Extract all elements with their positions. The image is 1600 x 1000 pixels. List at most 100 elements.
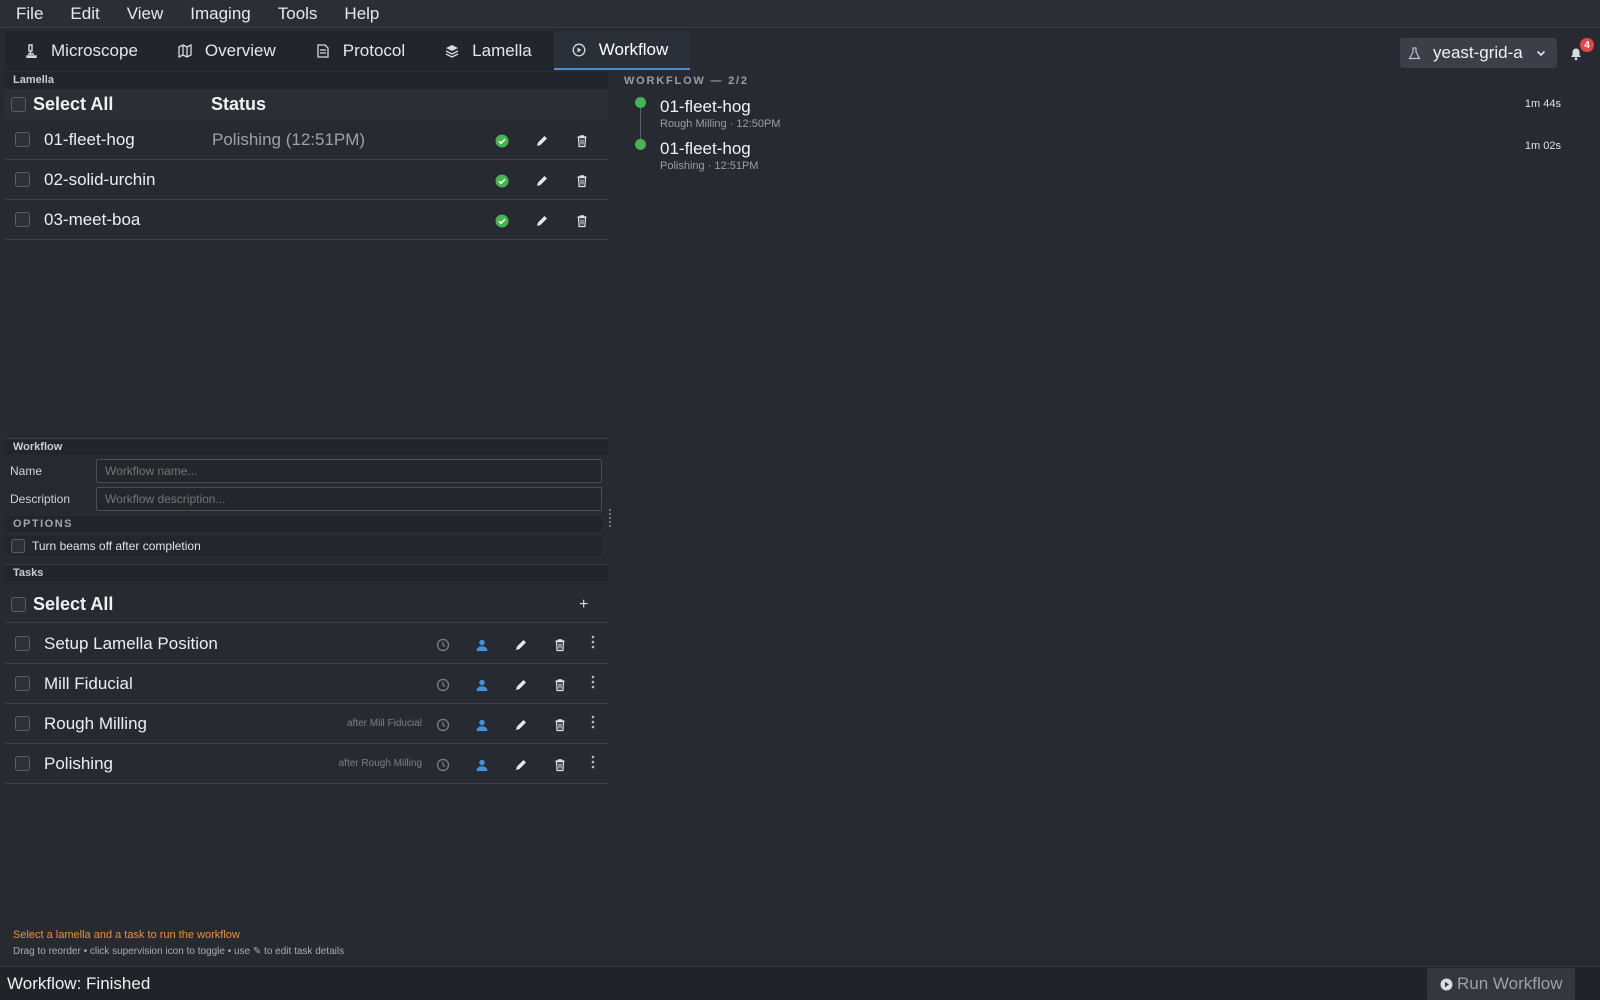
tab-label: Microscope [51, 40, 138, 60]
tasks-section-title: Tasks [5, 564, 608, 581]
status-bar: Workflow: Finished Run Workflow [0, 966, 1600, 1000]
play-circle-icon [1440, 978, 1453, 990]
edit-icon[interactable] [514, 758, 528, 772]
usage-help-hint: Drag to reorder • click supervision icon… [13, 946, 345, 957]
lamella-checkbox[interactable] [15, 172, 30, 187]
workflow-name-input[interactable] [96, 459, 602, 483]
tab-bar: Microscope Overview Protocol Lamella Wor… [0, 29, 1600, 71]
workflow-progress-title: WORKFLOW — 2/2 [624, 75, 749, 87]
experiment-select[interactable]: yeast-grid-a [1400, 38, 1557, 68]
clock-icon[interactable] [436, 678, 450, 692]
lamella-row[interactable]: 01-fleet-hog Polishing (12:51PM) [5, 120, 608, 160]
task-row[interactable]: Mill Fiducial [5, 664, 608, 704]
tab-lamella[interactable]: Lamella [427, 31, 554, 70]
check-circle-icon[interactable] [495, 174, 509, 188]
chevron-down-icon [1536, 50, 1546, 57]
task-checkbox[interactable] [15, 756, 30, 771]
lamella-checkbox[interactable] [15, 212, 30, 227]
edit-icon[interactable] [535, 134, 549, 148]
lamella-name: 03-meet-boa [44, 209, 141, 229]
delete-icon[interactable] [553, 758, 567, 772]
task-name: Rough Milling [44, 713, 147, 733]
play-circle-icon [572, 43, 586, 56]
task-checkbox[interactable] [15, 716, 30, 731]
drag-handle-icon[interactable] [591, 755, 595, 769]
lamella-section-title: Lamella [5, 72, 608, 89]
drag-handle-icon[interactable] [591, 635, 595, 649]
step-detail: Rough Milling · 12:50PM [660, 118, 781, 130]
edit-icon[interactable] [514, 718, 528, 732]
supervision-user-icon[interactable] [475, 758, 489, 772]
notifications-button[interactable]: 4 [1568, 38, 1594, 64]
task-row[interactable]: Rough Milling after Mill Fiducial [5, 704, 608, 744]
step-duration: 1m 44s [1524, 98, 1561, 110]
supervision-user-icon[interactable] [475, 678, 489, 692]
check-circle-icon[interactable] [495, 134, 509, 148]
menu-help[interactable]: Help [344, 4, 379, 24]
tasks-select-all-checkbox[interactable] [11, 597, 26, 612]
step-complete-dot [635, 139, 646, 150]
delete-icon[interactable] [553, 718, 567, 732]
tab-protocol[interactable]: Protocol [298, 31, 427, 70]
task-checkbox[interactable] [15, 636, 30, 651]
beams-off-label: Turn beams off after completion [32, 539, 201, 553]
check-circle-icon[interactable] [495, 214, 509, 228]
delete-icon[interactable] [553, 678, 567, 692]
menu-file[interactable]: File [16, 4, 43, 24]
run-warning-hint: Select a lamella and a task to run the w… [13, 929, 240, 941]
delete-icon[interactable] [575, 214, 589, 228]
tab-workflow[interactable]: Workflow [553, 31, 691, 70]
experiment-name: yeast-grid-a [1433, 43, 1523, 62]
supervision-user-icon[interactable] [475, 638, 489, 652]
edit-icon[interactable] [514, 638, 528, 652]
task-name: Setup Lamella Position [44, 633, 218, 653]
edit-icon[interactable] [535, 214, 549, 228]
menu-imaging[interactable]: Imaging [190, 4, 250, 24]
timeline-connector [640, 105, 641, 142]
task-name: Mill Fiducial [44, 673, 133, 693]
beams-off-option[interactable]: Turn beams off after completion [5, 536, 602, 556]
lamella-select-all-checkbox[interactable] [11, 96, 26, 112]
supervision-user-icon[interactable] [475, 718, 489, 732]
tab-overview[interactable]: Overview [160, 31, 298, 70]
workflow-section-title: Workflow [5, 438, 608, 455]
edit-icon[interactable] [514, 678, 528, 692]
task-row[interactable]: Setup Lamella Position [5, 624, 608, 664]
tab-strip: Microscope Overview Protocol Lamella Wor… [6, 31, 691, 70]
tasks-table-header: Select All + [5, 587, 608, 623]
task-dependency: after Rough Milling [338, 758, 422, 769]
notification-badge: 4 [1580, 38, 1594, 52]
beams-off-checkbox[interactable] [11, 539, 25, 553]
delete-icon[interactable] [575, 174, 589, 188]
lamella-row[interactable]: 02-solid-urchin [5, 160, 608, 200]
tab-microscope[interactable]: Microscope [6, 31, 160, 70]
run-workflow-button[interactable]: Run Workflow [1427, 968, 1575, 1000]
flask-icon [1408, 46, 1421, 59]
panel-splitter-handle[interactable] [609, 509, 612, 527]
delete-icon[interactable] [575, 134, 589, 148]
workflow-description-input[interactable] [96, 487, 602, 511]
menu-edit[interactable]: Edit [70, 4, 99, 24]
step-lamella-name: 01-fleet-hog [660, 139, 751, 158]
menu-view[interactable]: View [127, 4, 164, 24]
clock-icon[interactable] [436, 718, 450, 732]
task-checkbox[interactable] [15, 676, 30, 691]
step-duration: 1m 02s [1524, 140, 1561, 152]
layers-icon [445, 44, 459, 58]
workflow-status-text: Workflow: Finished [7, 974, 151, 993]
clock-icon[interactable] [436, 758, 450, 772]
lamella-row[interactable]: 03-meet-boa [5, 200, 608, 240]
step-complete-dot [635, 97, 646, 108]
microscope-icon [26, 43, 37, 58]
edit-icon[interactable] [535, 174, 549, 188]
add-task-button[interactable]: + [579, 596, 588, 614]
drag-handle-icon[interactable] [591, 715, 595, 729]
delete-icon[interactable] [553, 638, 567, 652]
status-column-header: Status [211, 93, 267, 114]
task-row[interactable]: Polishing after Rough Milling [5, 744, 608, 784]
menu-tools[interactable]: Tools [278, 4, 318, 24]
clock-icon[interactable] [436, 638, 450, 652]
drag-handle-icon[interactable] [591, 675, 595, 689]
lamella-checkbox[interactable] [15, 132, 30, 147]
workflow-name-label: Name [5, 459, 90, 483]
